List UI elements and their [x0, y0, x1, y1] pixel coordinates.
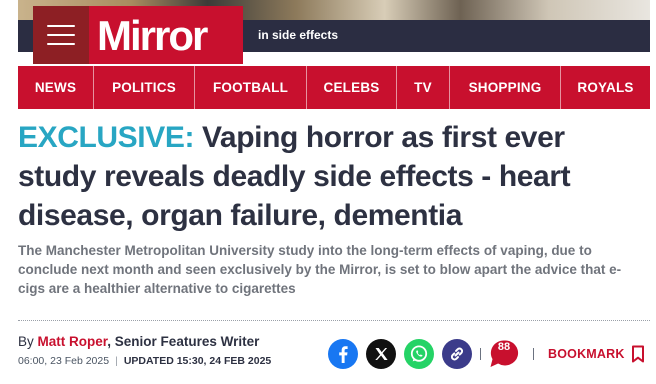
nav-item-football[interactable]: FOOTBALL: [195, 66, 307, 109]
byline-by: By: [18, 334, 34, 349]
article-headline: EXCLUSIVE: Vaping horror as first ever s…: [18, 118, 648, 235]
hamburger-menu-icon[interactable]: [33, 6, 89, 64]
byline: By Matt Roper, Senior Features Writer: [18, 334, 259, 349]
x-icon[interactable]: [366, 339, 396, 369]
nav-item-royals[interactable]: ROYALS: [561, 66, 650, 109]
updated-date: UPDATED 15:30, 24 FEB 2025: [123, 355, 272, 367]
article-standfirst: The Manchester Metropolitan University s…: [18, 243, 622, 296]
share-separator: [480, 348, 481, 360]
link-icon[interactable]: [442, 339, 472, 369]
hero-caption: in side effects: [258, 28, 339, 42]
date-separator: |: [115, 355, 118, 367]
published-date: 06:00, 23 Feb 2025: [18, 355, 110, 367]
main-nav: NEWS POLITICS FOOTBALL CELEBS TV SHOPPIN…: [18, 66, 650, 109]
author-role: , Senior Features Writer: [107, 334, 260, 349]
share-bar: 88 BOOKMARK: [328, 338, 645, 370]
article-dates: 06:00, 23 Feb 2025 | UPDATED 15:30, 24 FEB…: [18, 355, 271, 367]
comment-count: 88: [497, 341, 511, 353]
bookmark-label: BOOKMARK: [548, 347, 625, 361]
comments-button[interactable]: 88: [489, 339, 521, 369]
nav-item-tv[interactable]: TV: [397, 66, 450, 109]
author-link[interactable]: Matt Roper: [38, 334, 108, 349]
mirror-logo[interactable]: Mirror: [89, 6, 243, 64]
nav-item-shopping[interactable]: SHOPPING: [450, 66, 561, 109]
bookmark-button[interactable]: BOOKMARK: [548, 345, 645, 363]
bookmark-icon: [631, 345, 644, 363]
nav-item-news[interactable]: NEWS: [18, 66, 94, 109]
nav-item-celebs[interactable]: CELEBS: [307, 66, 397, 109]
byline-divider: [18, 320, 650, 321]
headline-kicker: EXCLUSIVE:: [18, 121, 195, 154]
site-header-logo: Mirror: [33, 6, 243, 64]
whatsapp-icon[interactable]: [404, 339, 434, 369]
nav-item-politics[interactable]: POLITICS: [94, 66, 195, 109]
facebook-icon[interactable]: [328, 339, 358, 369]
share-separator-2: [533, 348, 534, 360]
